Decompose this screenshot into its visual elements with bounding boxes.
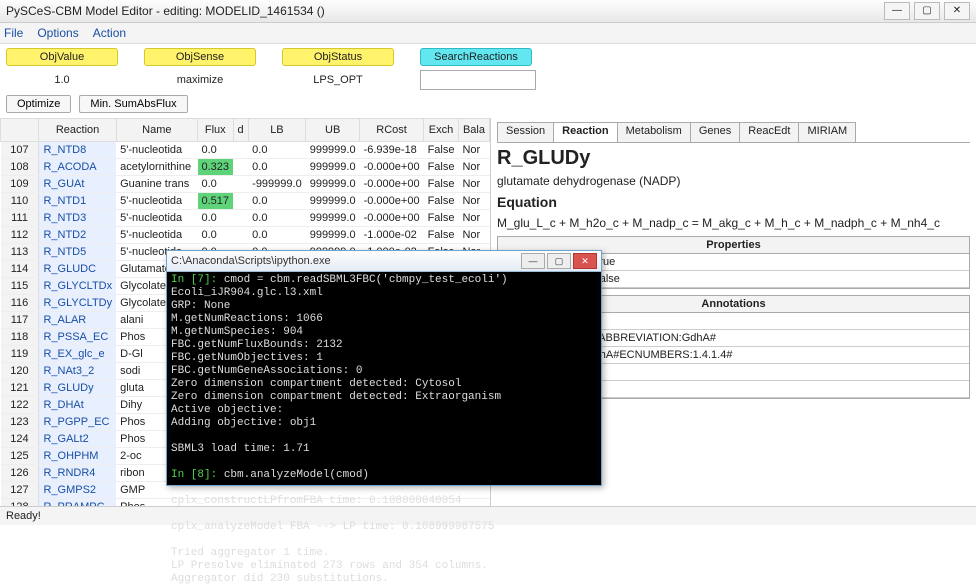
window-titlebar: PySCeS-CBM Model Editor - editing: MODEL…: [0, 0, 976, 23]
reaction-desc: glutamate dehydrogenase (NADP): [497, 174, 970, 188]
tab-genes[interactable]: Genes: [690, 122, 740, 142]
detail-tabs: SessionReactionMetabolismGenesReacEdtMIR…: [497, 122, 970, 143]
search-input[interactable]: [420, 70, 536, 90]
col-header[interactable]: Flux: [198, 119, 234, 142]
searchreactions-label: SearchReactions: [420, 48, 532, 66]
console-title: C:\Anaconda\Scripts\ipython.exe: [171, 255, 331, 267]
minimize-button[interactable]: —: [884, 2, 910, 20]
table-row[interactable]: 107R_NTD85'-nucleotida0.00.0999999.0-6.9…: [1, 142, 490, 159]
col-header[interactable]: [1, 119, 39, 142]
console-titlebar[interactable]: C:\Anaconda\Scripts\ipython.exe — ▢ ✕: [167, 251, 601, 272]
objstatus-label: ObjStatus: [282, 48, 394, 66]
col-header[interactable]: d: [233, 119, 248, 142]
button-row: Optimize Min. SumAbsFlux: [0, 90, 976, 118]
table-row[interactable]: 108R_ACODAacetylornithine0.3230.0999999.…: [1, 159, 490, 176]
tab-miriam[interactable]: MIRIAM: [798, 122, 856, 142]
optimize-button[interactable]: Optimize: [6, 95, 71, 113]
col-header[interactable]: RCost: [360, 119, 424, 142]
tab-session[interactable]: Session: [497, 122, 554, 142]
equation-heading: Equation: [497, 194, 970, 210]
objvalue-label: ObjValue: [6, 48, 118, 66]
window-title: PySCeS-CBM Model Editor - editing: MODEL…: [6, 4, 325, 18]
menubar: File Options Action: [0, 23, 976, 44]
objsense-label: ObjSense: [144, 48, 256, 66]
tab-reaction[interactable]: Reaction: [553, 122, 617, 142]
reaction-id: R_GLUDy: [497, 147, 970, 170]
console-close-button[interactable]: ✕: [573, 253, 597, 269]
status-text: Ready!: [6, 510, 41, 522]
col-header[interactable]: Name: [116, 119, 197, 142]
tab-metabolism[interactable]: Metabolism: [617, 122, 691, 142]
col-header[interactable]: LB: [248, 119, 306, 142]
objvalue-value: 1.0: [6, 74, 118, 86]
toolbar-values: 1.0 maximize LPS_OPT: [0, 70, 976, 90]
maximize-button[interactable]: ▢: [914, 2, 940, 20]
table-row[interactable]: 112R_NTD25'-nucleotida0.00.0999999.0-1.0…: [1, 227, 490, 244]
table-row[interactable]: 109R_GUAtGuanine trans0.0-999999.0999999…: [1, 176, 490, 193]
col-header[interactable]: UB: [306, 119, 360, 142]
tab-reacedt[interactable]: ReacEdt: [739, 122, 799, 142]
col-header[interactable]: Reaction: [39, 119, 116, 142]
col-header[interactable]: Exch: [424, 119, 459, 142]
console-output: In [7]: cmod = cbm.readSBML3FBC('cbmpy_t…: [167, 272, 601, 588]
toolbar-labels: ObjValue ObjSense ObjStatus SearchReacti…: [0, 44, 976, 70]
equation-text: M_glu_L_c + M_h2o_c + M_nadp_c = M_akg_c…: [497, 216, 970, 230]
table-row[interactable]: 111R_NTD35'-nucleotida0.00.0999999.0-0.0…: [1, 210, 490, 227]
console-minimize-button[interactable]: —: [521, 253, 545, 269]
objsense-value: maximize: [144, 74, 256, 86]
table-row[interactable]: 110R_NTD15'-nucleotida0.5170.0999999.0-0…: [1, 193, 490, 210]
minsumabs-button[interactable]: Min. SumAbsFlux: [79, 95, 187, 113]
objstatus-value: LPS_OPT: [282, 74, 394, 86]
menu-options[interactable]: Options: [37, 26, 78, 40]
menu-action[interactable]: Action: [93, 26, 126, 40]
close-button[interactable]: ✕: [944, 2, 970, 20]
console-maximize-button[interactable]: ▢: [547, 253, 571, 269]
console-window[interactable]: C:\Anaconda\Scripts\ipython.exe — ▢ ✕ In…: [166, 250, 602, 486]
col-header[interactable]: Bala: [458, 119, 489, 142]
menu-file[interactable]: File: [4, 26, 23, 40]
